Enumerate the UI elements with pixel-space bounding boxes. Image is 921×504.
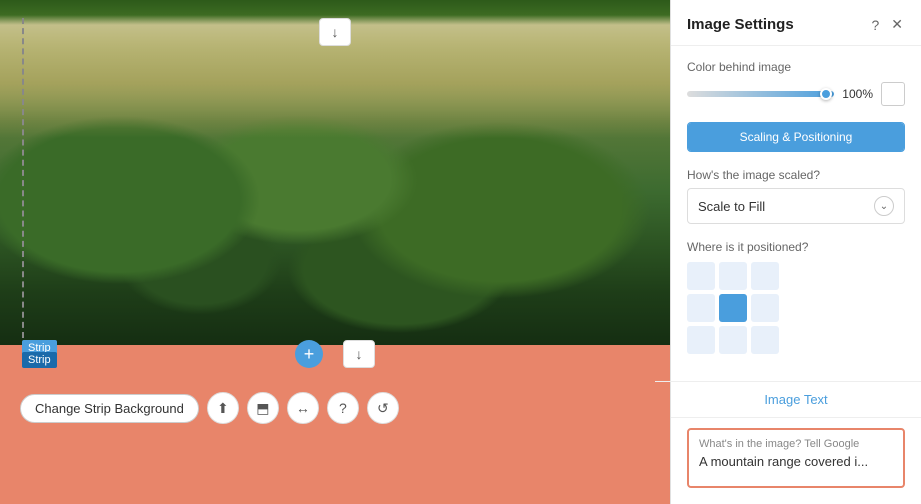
- image-text-section: What's in the image? Tell Google A mount…: [671, 418, 921, 504]
- link-icon: ↔: [296, 400, 310, 416]
- image-text-prompt: What's in the image? Tell Google: [699, 438, 893, 450]
- pos-bot-left[interactable]: [687, 326, 715, 354]
- scaling-tab-row: Scaling & Positioning: [687, 122, 905, 152]
- arrange-icon: ⬆: [217, 400, 229, 417]
- opacity-slider[interactable]: [687, 91, 834, 97]
- pos-top-right[interactable]: [751, 262, 779, 290]
- dashed-border: [22, 18, 24, 338]
- change-strip-background-button[interactable]: Change Strip Background: [20, 394, 199, 423]
- position-label: Where is it positioned?: [687, 240, 905, 254]
- pos-bot-center[interactable]: [719, 326, 747, 354]
- scaling-positioning-tab[interactable]: Scaling & Positioning: [688, 123, 904, 151]
- pos-top-left[interactable]: [687, 262, 715, 290]
- pos-top-center[interactable]: [719, 262, 747, 290]
- download-icon: ↓: [332, 24, 339, 40]
- help-button[interactable]: ?: [327, 392, 359, 424]
- plus-icon: +: [304, 344, 315, 365]
- panel-close-button[interactable]: ✕: [889, 14, 905, 35]
- color-section-label: Color behind image: [687, 60, 905, 74]
- panel-header: Image Settings ? ✕: [671, 0, 921, 46]
- scale-dropdown[interactable]: Scale to Fill ⌄: [687, 188, 905, 224]
- layers-icon: ⬒: [256, 400, 269, 417]
- mid-download-button[interactable]: ↓: [343, 340, 375, 368]
- panel-title: Image Settings: [687, 16, 794, 33]
- bottom-toolbar: Change Strip Background ⬆ ⬒ ↔ ? ↺: [20, 392, 399, 424]
- top-download-button[interactable]: ↓: [319, 18, 351, 46]
- pos-bot-right[interactable]: [751, 326, 779, 354]
- link-button[interactable]: ↔: [287, 392, 319, 424]
- settings-panel: Image Settings ? ✕ Color behind image 10…: [670, 0, 921, 504]
- image-text-tab[interactable]: Image Text: [671, 382, 921, 418]
- middle-row: + ↓: [0, 340, 670, 368]
- add-section-button[interactable]: +: [295, 340, 323, 368]
- panel-header-icons: ? ✕: [869, 14, 905, 35]
- panel-body: Color behind image 100% Scaling & Positi…: [671, 46, 921, 381]
- undo-icon: ↺: [377, 400, 389, 417]
- pos-mid-center[interactable]: [719, 294, 747, 322]
- how-scaled-label: How's the image scaled?: [687, 168, 905, 182]
- scale-value: Scale to Fill: [698, 199, 765, 214]
- help-icon: ?: [339, 400, 347, 416]
- pos-mid-left[interactable]: [687, 294, 715, 322]
- color-swatch[interactable]: [881, 82, 905, 106]
- download-mid-icon: ↓: [356, 346, 363, 362]
- undo-button[interactable]: ↺: [367, 392, 399, 424]
- image-text-box[interactable]: What's in the image? Tell Google A mount…: [687, 428, 905, 488]
- strip-area: [0, 345, 670, 504]
- pos-mid-right[interactable]: [751, 294, 779, 322]
- opacity-value: 100%: [842, 87, 873, 101]
- color-row: 100%: [687, 82, 905, 106]
- canvas-area: ↓ Strip Strip + ↓ Change Strip Backgroun…: [0, 0, 670, 504]
- image-text-value: A mountain range covered i...: [699, 454, 893, 469]
- layers-button[interactable]: ⬒: [247, 392, 279, 424]
- panel-help-button[interactable]: ?: [869, 15, 881, 35]
- arrange-button[interactable]: ⬆: [207, 392, 239, 424]
- mountain-background: [0, 0, 670, 345]
- position-grid: [687, 262, 905, 354]
- chevron-down-icon: ⌄: [874, 196, 894, 216]
- opacity-thumb[interactable]: [820, 88, 832, 100]
